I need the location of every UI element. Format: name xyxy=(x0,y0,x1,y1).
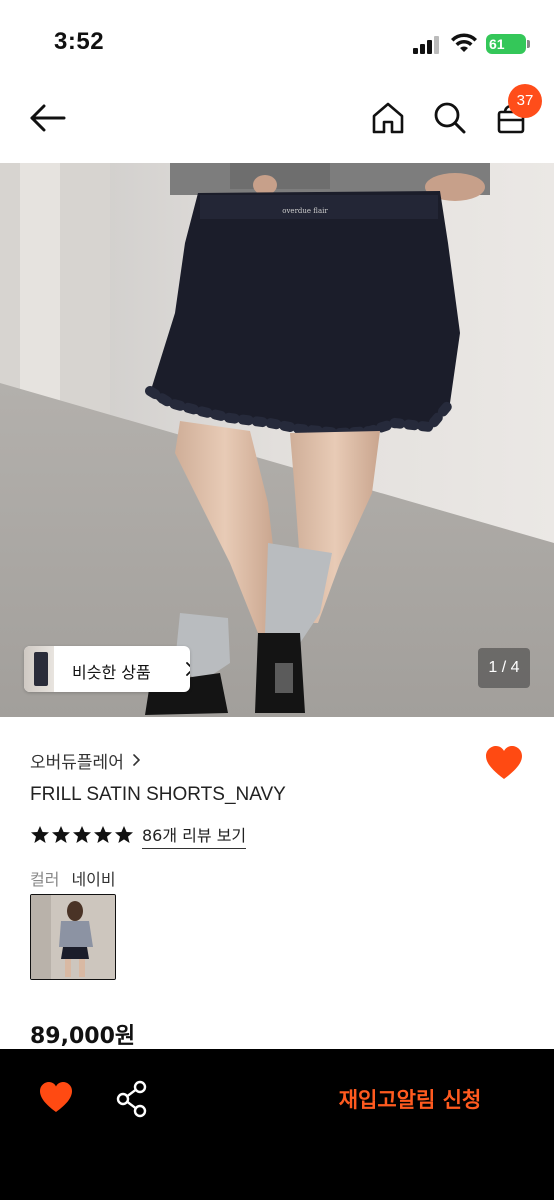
color-swatch-navy[interactable] xyxy=(30,894,116,980)
star-icon xyxy=(31,826,49,843)
battery-cap xyxy=(527,40,530,48)
brand-name: 오버듀플레어 xyxy=(30,752,124,773)
bottom-action-bar xyxy=(0,1049,554,1200)
similar-product-thumbnail-figure xyxy=(34,652,48,686)
cart-count-badge: 37 xyxy=(508,84,542,118)
similar-products-label: 비슷한 상품 xyxy=(72,663,151,682)
star-icon xyxy=(52,826,70,843)
svg-text:overdue flair: overdue flair xyxy=(282,207,328,215)
battery-level: 61 xyxy=(489,36,505,52)
star-rating xyxy=(30,825,134,845)
color-option-value: 네이비 xyxy=(71,870,116,889)
similar-product-thumbnail xyxy=(24,646,54,692)
cellular-signal-icon xyxy=(413,36,441,54)
product-name: FRILL SATIN SHORTS_NAVY xyxy=(30,784,286,805)
wifi-icon xyxy=(451,33,477,52)
color-option: 컬러 네이비 xyxy=(30,866,116,890)
product-photo-illustration: overdue flair xyxy=(0,163,554,717)
star-icon xyxy=(115,826,133,843)
color-option-label: 컬러 xyxy=(30,870,60,889)
product-photo[interactable]: overdue flair xyxy=(0,163,554,717)
search-icon[interactable] xyxy=(430,98,470,138)
similar-products-button[interactable]: 비슷한 상품 xyxy=(24,646,190,692)
battery-indicator: 61 xyxy=(486,34,526,54)
heart-icon[interactable] xyxy=(484,744,524,784)
heart-icon[interactable] xyxy=(38,1080,74,1116)
chevron-right-icon xyxy=(186,662,190,676)
star-icon xyxy=(73,826,91,843)
restock-alert-button[interactable]: 재입고알림 신청 xyxy=(310,1078,510,1122)
top-navigation xyxy=(0,82,554,162)
chevron-right-icon xyxy=(133,754,140,766)
reviews-link[interactable]: 86개 리뷰 보기 xyxy=(142,822,247,849)
color-swatch-thumbnail xyxy=(31,895,115,979)
brand-link[interactable]: 오버듀플레어 xyxy=(30,748,142,773)
status-bar: 3:52 61 xyxy=(0,0,554,80)
rating-row: 86개 리뷰 보기 xyxy=(30,822,247,849)
arrow-left-icon[interactable] xyxy=(24,98,72,138)
status-time: 3:52 xyxy=(54,28,105,55)
star-icon xyxy=(94,826,112,843)
share-icon[interactable] xyxy=(114,1080,150,1118)
home-icon[interactable] xyxy=(368,98,408,138)
image-page-indicator: 1 / 4 xyxy=(478,648,530,688)
product-price: 89,000원 xyxy=(30,1024,136,1049)
